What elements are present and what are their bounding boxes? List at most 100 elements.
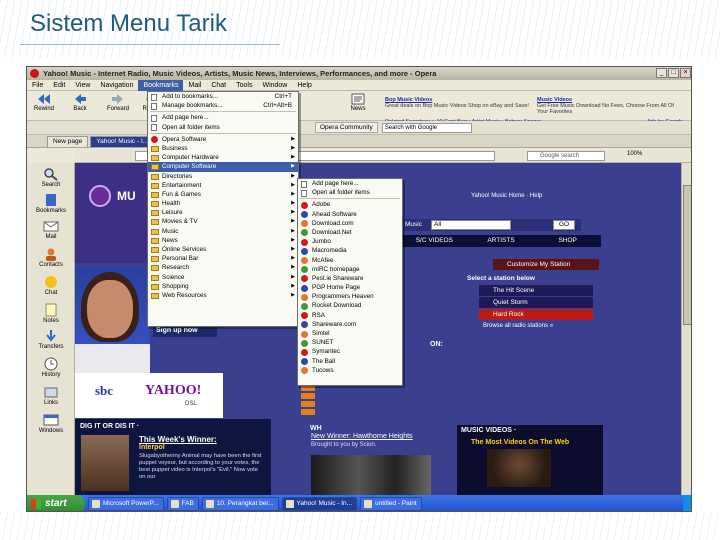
music-select[interactable]: All — [431, 220, 511, 230]
nav-artists[interactable]: ARTISTS — [468, 235, 535, 247]
zoom-level[interactable]: 100% — [627, 151, 642, 157]
forward-button[interactable]: Forward — [103, 93, 133, 112]
software-link-download-com[interactable]: Download.com — [298, 219, 402, 228]
yahoo-music-logo[interactable]: MU — [117, 189, 136, 203]
winner-title-link[interactable]: This Week's Winner: — [139, 435, 217, 444]
menu-file[interactable]: File — [27, 80, 48, 91]
rewind-button[interactable]: Rewind — [29, 93, 59, 112]
menu-help[interactable]: Help — [292, 80, 316, 91]
bookmark-folder-business[interactable]: Business ▶ — [148, 144, 298, 153]
close-button[interactable]: × — [680, 68, 691, 78]
station-hit-scene[interactable]: The Hit Scene — [479, 285, 593, 296]
sbc-yahoo-dsl-banner[interactable]: sbc YAHOO! DSL — [75, 373, 223, 418]
menu-edit[interactable]: Edit — [48, 80, 70, 91]
bookmark-folder-entertainment[interactable]: Entertainment ▶ — [148, 181, 298, 190]
bookmark-folder-shopping[interactable]: Shopping ▶ — [148, 282, 298, 291]
software-link-adobe[interactable]: Adobe — [298, 200, 402, 209]
menu-manage-bookmarks[interactable]: Manage bookmarks... Ctrl+Alt+B — [148, 101, 298, 110]
bookmark-folder-leisure[interactable]: Leisure ▶ — [148, 208, 298, 217]
tab-new-page[interactable]: New page — [47, 136, 89, 147]
nav-videos[interactable]: S/C VIDEOS — [401, 235, 468, 247]
menu-open-all-folder-items[interactable]: Open all folder items — [148, 123, 298, 132]
panel-windows[interactable]: Windows — [27, 413, 75, 434]
bookmark-folder-web-resources[interactable]: Web Resources ▶ — [148, 291, 298, 300]
panel-search[interactable]: Search — [27, 167, 75, 188]
bookmark-folder-fun-games[interactable]: Fun & Games ▶ — [148, 190, 298, 199]
task-fab[interactable]: FAB — [166, 497, 199, 511]
bookmark-folder-news[interactable]: News ▶ — [148, 236, 298, 245]
bookmark-folder-personal-bar[interactable]: Personal Bar ▶ — [148, 254, 298, 263]
sub-open-all[interactable]: Open all folder items — [298, 188, 402, 197]
panel-transfers[interactable]: Transfers — [27, 329, 75, 350]
task-powerpoint[interactable]: Microsoft PowerP... — [88, 497, 164, 511]
menu-mail[interactable]: Mail — [183, 80, 206, 91]
panel-history[interactable]: History — [27, 357, 75, 378]
window-titlebar[interactable]: Yahoo! Music - Internet Radio, Music Vid… — [27, 67, 691, 80]
task-yahoo-music[interactable]: Yahoo! Music - In... — [281, 497, 358, 511]
software-link-mcafee[interactable]: McAfee — [298, 256, 402, 265]
menu-bookmarks[interactable]: Bookmarks — [138, 79, 184, 91]
software-link-mirc-homepage[interactable]: mIRC homepage — [298, 265, 402, 274]
menu-view[interactable]: View — [70, 80, 95, 91]
opera-community-link[interactable]: Opera Community — [315, 122, 378, 133]
software-link-pest-ie-shareware[interactable]: Pest.ie Shareware — [298, 274, 402, 283]
software-link-symantec[interactable]: Symantec — [298, 347, 402, 356]
task-perangkat[interactable]: 10. Perangkat ber... — [201, 497, 279, 511]
software-link-tucows[interactable]: Tucows — [298, 366, 402, 375]
start-button[interactable]: start — [27, 495, 85, 511]
software-link-shareware-com[interactable]: Shareware.com — [298, 320, 402, 329]
software-link-rocket-download[interactable]: Rocket Download — [298, 301, 402, 310]
software-link-programmers-heaven[interactable]: Programmers Heaven — [298, 292, 402, 301]
software-link-ahead-software[interactable]: Ahead Software — [298, 210, 402, 219]
bookmark-folder-directories[interactable]: Directories ▶ — [148, 172, 298, 181]
bookmark-folder-online-services[interactable]: Online Services ▶ — [148, 245, 298, 254]
panel-bookmarks[interactable]: Bookmarks — [27, 193, 75, 214]
station-quiet-storm[interactable]: Quiet Storm — [479, 297, 593, 308]
search-field[interactable]: Google search — [527, 151, 605, 161]
sub-add-page-here[interactable]: Add page here... — [298, 179, 402, 188]
browse-stations-link[interactable]: Browse all radio stations » — [463, 321, 599, 329]
panel-notes[interactable]: Notes — [27, 303, 75, 324]
band-photo[interactable] — [311, 455, 431, 495]
news-button[interactable]: News — [343, 93, 373, 112]
software-link-pgp-home-page[interactable]: PGP Home Page — [298, 283, 402, 292]
software-link-jumbo[interactable]: Jumbo — [298, 237, 402, 246]
menu-add-to-bookmarks[interactable]: Add to bookmarks... Ctrl+T — [148, 92, 298, 101]
software-link-sunet[interactable]: SUNET — [298, 338, 402, 347]
bookmark-folder-computer-hardware[interactable]: Computer Hardware ▶ — [148, 153, 298, 162]
tab-yahoo-music[interactable]: Yahoo! Music - I... — [90, 136, 155, 147]
bookmark-folder-computer-software[interactable]: Computer Software ▶ — [148, 162, 298, 172]
software-link-rsa[interactable]: RSA — [298, 311, 402, 320]
nav-shop[interactable]: SHOP — [534, 235, 601, 247]
vertical-scrollbar[interactable] — [681, 163, 691, 495]
panel-mail[interactable]: Mail — [27, 219, 75, 240]
station-hard-rock[interactable]: Hard Rock — [479, 309, 593, 320]
software-link-download-net[interactable]: Download.Net — [298, 228, 402, 237]
menu-tools[interactable]: Tools — [231, 80, 257, 91]
customize-station-button[interactable]: Customize My Station — [493, 259, 599, 270]
music-video-thumbnail[interactable] — [487, 449, 551, 487]
menu-window[interactable]: Window — [257, 80, 292, 91]
menu-navigation[interactable]: Navigation — [95, 80, 138, 91]
software-link-the-ball[interactable]: The Ball — [298, 357, 402, 366]
panel-contacts[interactable]: Contacts — [27, 247, 75, 268]
menu-add-page-here[interactable]: Add page here... — [148, 113, 298, 122]
software-link-macromedia[interactable]: Macromedia — [298, 246, 402, 255]
back-button[interactable]: Back — [65, 93, 95, 112]
google-search-field[interactable]: Search with Google — [381, 122, 472, 133]
bookmark-folder-movies-tv[interactable]: Movies & TV ▶ — [148, 217, 298, 226]
bookmark-folder-science[interactable]: Science ▶ — [148, 273, 298, 282]
task-paint[interactable]: untitled - Paint — [360, 497, 422, 511]
yahoo-top-links[interactable]: Yahoo! Music Home · Help — [471, 193, 542, 199]
go-button[interactable]: GO — [553, 220, 575, 230]
panel-chat[interactable]: Chat — [27, 275, 75, 296]
bookmark-folder-music[interactable]: Music ▶ — [148, 227, 298, 236]
panel-links[interactable]: Links — [27, 385, 75, 406]
bookmark-folder-opera-software[interactable]: Opera Software ▶ — [148, 135, 298, 144]
minimize-button[interactable]: _ — [656, 68, 667, 78]
software-link-simtel[interactable]: Simtel — [298, 329, 402, 338]
winner-thumbnail[interactable] — [81, 435, 129, 491]
maximize-button[interactable]: □ — [668, 68, 679, 78]
news-title-link[interactable]: New Winner: Hawthorne Heights — [311, 433, 451, 440]
menu-chat[interactable]: Chat — [206, 80, 231, 91]
